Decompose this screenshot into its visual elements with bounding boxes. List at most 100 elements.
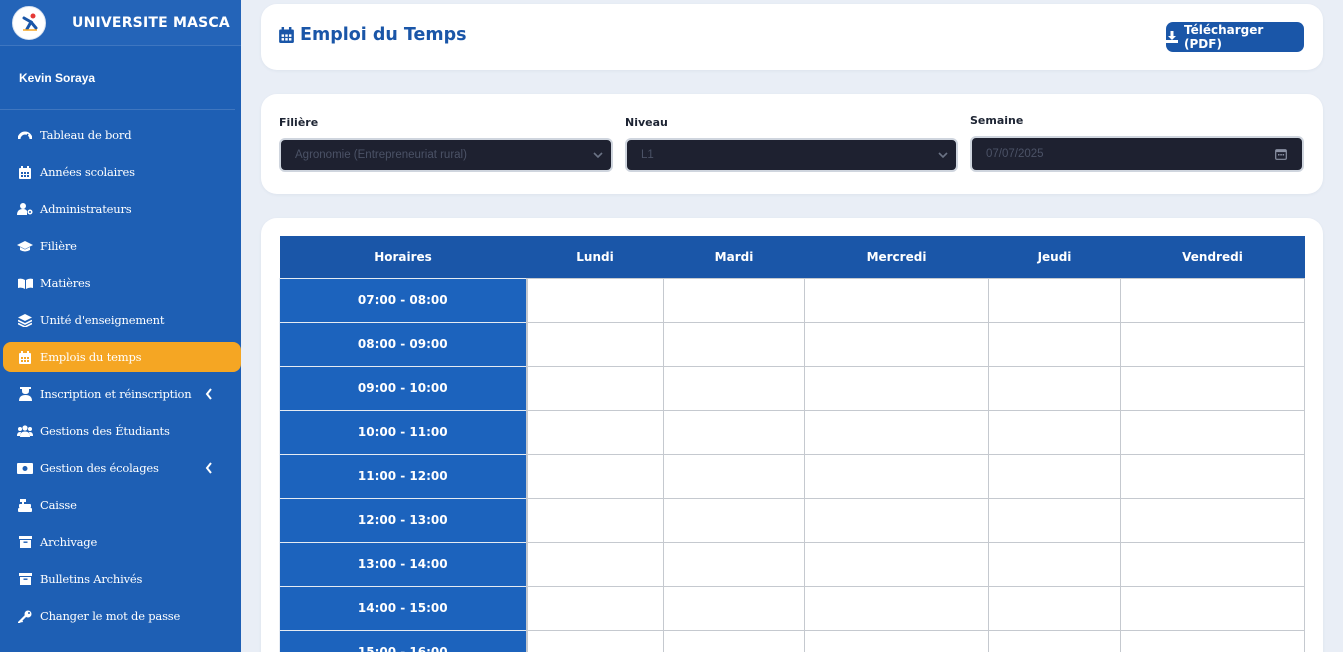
sidebar-item-label: Filière — [40, 239, 77, 253]
timetable-cell[interactable] — [1120, 321, 1305, 367]
timetable-cell[interactable] — [1120, 585, 1305, 631]
sidebar-item-filiere[interactable]: Filière — [3, 231, 241, 261]
timetable-cell[interactable] — [988, 409, 1121, 455]
timetable-cell[interactable] — [988, 321, 1121, 367]
archive-icon — [17, 572, 33, 586]
sidebar-item-tableau-de-bord[interactable]: Tableau de bord — [3, 120, 241, 150]
sidebar-item-label: Matières — [40, 276, 91, 290]
sidebar-item-gestion-etudiants[interactable]: Gestions des Étudiants — [3, 416, 241, 446]
column-header-horaires: Horaires — [279, 236, 527, 278]
timetable-panel: Horaires Lundi Mardi Mercredi Jeudi Vend… — [261, 218, 1323, 652]
sidebar-item-bulletins-archives[interactable]: Bulletins Archivés — [3, 564, 241, 594]
table-row: 15:00 - 16:00 — [279, 629, 1305, 652]
sidebar-item-matieres[interactable]: Matières — [3, 268, 241, 298]
timetable-cell[interactable] — [526, 365, 664, 411]
sidebar-item-label: Tableau de bord — [40, 128, 132, 142]
timetable-cell[interactable] — [663, 497, 805, 543]
timetable-cell[interactable] — [804, 629, 989, 652]
sidebar-item-inscription[interactable]: Inscription et réinscription — [3, 379, 241, 409]
timetable-cell[interactable] — [1120, 453, 1305, 499]
timetable-cell[interactable] — [526, 277, 664, 323]
download-icon — [1166, 31, 1178, 43]
niveau-value: L1 — [641, 149, 654, 161]
calendar-icon — [279, 27, 294, 43]
timetable-cell[interactable] — [804, 453, 989, 499]
cash-register-icon — [17, 498, 33, 512]
timetable-cell[interactable] — [663, 541, 805, 587]
filiere-value: Agronomie (Entrepreneuriat rural) — [295, 149, 467, 161]
timetable-cell[interactable] — [804, 277, 989, 323]
sidebar-item-annees-scolaires[interactable]: Années scolaires — [3, 157, 241, 187]
chevron-down-icon — [593, 152, 603, 159]
timetable-cell[interactable] — [1120, 629, 1305, 652]
timetable-cell[interactable] — [663, 585, 805, 631]
timetable-cell[interactable] — [804, 409, 989, 455]
semaine-date-input[interactable]: 07/07/2025 — [970, 136, 1304, 172]
key-icon — [17, 609, 33, 623]
timetable-cell[interactable] — [663, 629, 805, 652]
timetable-cell[interactable] — [988, 453, 1121, 499]
table-row: 14:00 - 15:00 — [279, 585, 1305, 631]
sidebar-item-changer-mot-de-passe[interactable]: Changer le mot de passe — [3, 601, 241, 631]
table-row: 12:00 - 13:00 — [279, 497, 1305, 543]
timetable-cell[interactable] — [1120, 365, 1305, 411]
timetable-cell[interactable] — [526, 629, 664, 652]
timetable-cell[interactable] — [526, 321, 664, 367]
timetable-cell[interactable] — [988, 497, 1121, 543]
column-header-mardi: Mardi — [663, 236, 805, 278]
chevron-down-icon — [938, 152, 948, 159]
download-pdf-button[interactable]: Télécharger (PDF) — [1166, 22, 1304, 52]
timetable-cell[interactable] — [663, 409, 805, 455]
timetable-cell[interactable] — [804, 365, 989, 411]
timetable-cell[interactable] — [804, 321, 989, 367]
sidebar-item-label: Unité d'enseignement — [40, 313, 165, 327]
sidebar-item-administrateurs[interactable]: Administrateurs — [3, 194, 241, 224]
timetable-cell[interactable] — [988, 585, 1121, 631]
time-slot: 13:00 - 14:00 — [279, 541, 528, 587]
university-logo — [12, 5, 46, 40]
calendar-icon — [17, 350, 33, 364]
column-header-lundi: Lundi — [526, 236, 664, 278]
timetable-cell[interactable] — [526, 585, 664, 631]
time-slot: 15:00 - 16:00 — [279, 629, 528, 652]
niveau-select[interactable]: L1 — [625, 138, 958, 172]
timetable-cell[interactable] — [988, 629, 1121, 652]
filiere-select[interactable]: Agronomie (Entrepreneuriat rural) — [279, 138, 613, 172]
timetable-cell[interactable] — [988, 365, 1121, 411]
timetable-cell[interactable] — [526, 453, 664, 499]
timetable-cell[interactable] — [1120, 277, 1305, 323]
timetable-cell[interactable] — [804, 585, 989, 631]
time-slot: 08:00 - 09:00 — [279, 321, 528, 367]
user-name[interactable]: Kevin Soraya — [0, 46, 235, 110]
sidebar-item-gestion-ecolages[interactable]: Gestion des écolages — [3, 453, 241, 483]
timetable-cell[interactable] — [663, 453, 805, 499]
timetable-cell[interactable] — [1120, 409, 1305, 455]
brand[interactable]: UNIVERSITE MASCA — [0, 0, 241, 46]
timetable-cell[interactable] — [526, 541, 664, 587]
timetable-cell[interactable] — [804, 497, 989, 543]
page-title: Emploi du Temps — [279, 25, 467, 45]
timetable-cell[interactable] — [526, 497, 664, 543]
niveau-field: Niveau L1 — [625, 116, 958, 172]
sidebar-item-emplois-du-temps[interactable]: Emplois du temps — [3, 342, 241, 372]
calendar-icon — [17, 165, 33, 179]
timetable-cell[interactable] — [1120, 497, 1305, 543]
time-slot: 11:00 - 12:00 — [279, 453, 528, 499]
timetable-cell[interactable] — [526, 409, 664, 455]
sidebar-item-archivage[interactable]: Archivage — [3, 527, 241, 557]
sidebar-item-caisse[interactable]: Caisse — [3, 490, 241, 520]
sidebar-item-label: Changer le mot de passe — [40, 609, 181, 623]
chevron-left-icon — [205, 462, 212, 474]
timetable-cell[interactable] — [1120, 541, 1305, 587]
timetable-cell[interactable] — [663, 321, 805, 367]
page-header: Emploi du Temps Télécharger (PDF) — [261, 4, 1323, 70]
sidebar-item-unite-enseignement[interactable]: Unité d'enseignement — [3, 305, 241, 335]
timetable-cell[interactable] — [988, 541, 1121, 587]
calendar-picker-icon[interactable] — [1275, 148, 1287, 160]
sidebar-item-label: Gestions des Étudiants — [40, 424, 170, 438]
archive-icon — [17, 535, 33, 549]
timetable-cell[interactable] — [663, 277, 805, 323]
timetable-cell[interactable] — [663, 365, 805, 411]
timetable-cell[interactable] — [804, 541, 989, 587]
timetable-cell[interactable] — [988, 277, 1121, 323]
